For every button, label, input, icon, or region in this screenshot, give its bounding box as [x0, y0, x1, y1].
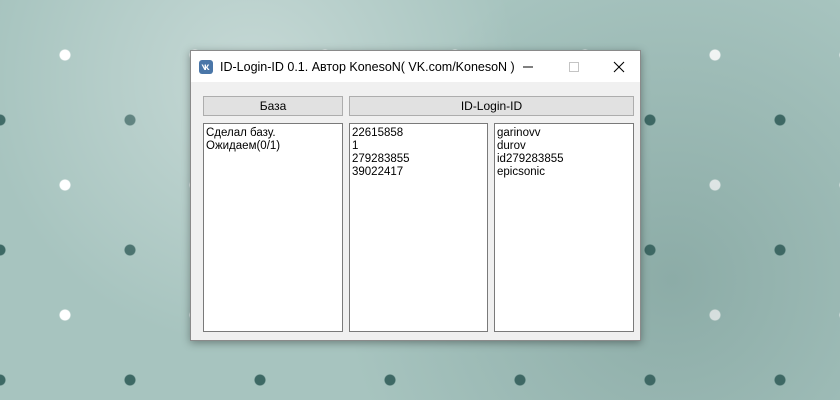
login-line: id279283855	[497, 153, 564, 165]
id-login-id-button[interactable]: ID-Login-ID	[349, 96, 634, 116]
log-line: Сделал базу.	[206, 127, 276, 139]
close-icon	[613, 61, 625, 72]
base-button[interactable]: База	[203, 96, 343, 116]
vk-icon	[199, 59, 213, 74]
close-button[interactable]	[596, 51, 642, 82]
ids-textbox[interactable]: 22615858 1 279283855 39022417	[349, 123, 488, 332]
maximize-icon	[569, 61, 579, 72]
log-textbox[interactable]: Сделал базу. Ожидаем(0/1)	[203, 123, 343, 332]
maximize-button	[551, 51, 597, 82]
login-line: durov	[497, 140, 526, 152]
minimize-button[interactable]	[505, 51, 551, 82]
minimize-icon	[523, 66, 533, 67]
id-line: 22615858	[352, 127, 404, 139]
login-line: epicsonic	[497, 166, 545, 178]
id-line: 279283855	[352, 153, 410, 165]
id-line: 39022417	[352, 166, 404, 178]
logins-textbox[interactable]: garinovv durov id279283855 epicsonic	[494, 123, 634, 332]
window-title: ID-Login-ID 0.1. Автор KonesoN( VK.com/K…	[220, 59, 515, 74]
title-bar[interactable]: ID-Login-ID 0.1. Автор KonesoN( VK.com/K…	[191, 51, 640, 82]
log-line: Ожидаем(0/1)	[206, 140, 281, 152]
app-window: ID-Login-ID 0.1. Автор KonesoN( VK.com/K…	[190, 50, 641, 341]
login-line: garinovv	[497, 127, 541, 139]
id-line: 1	[352, 140, 359, 152]
